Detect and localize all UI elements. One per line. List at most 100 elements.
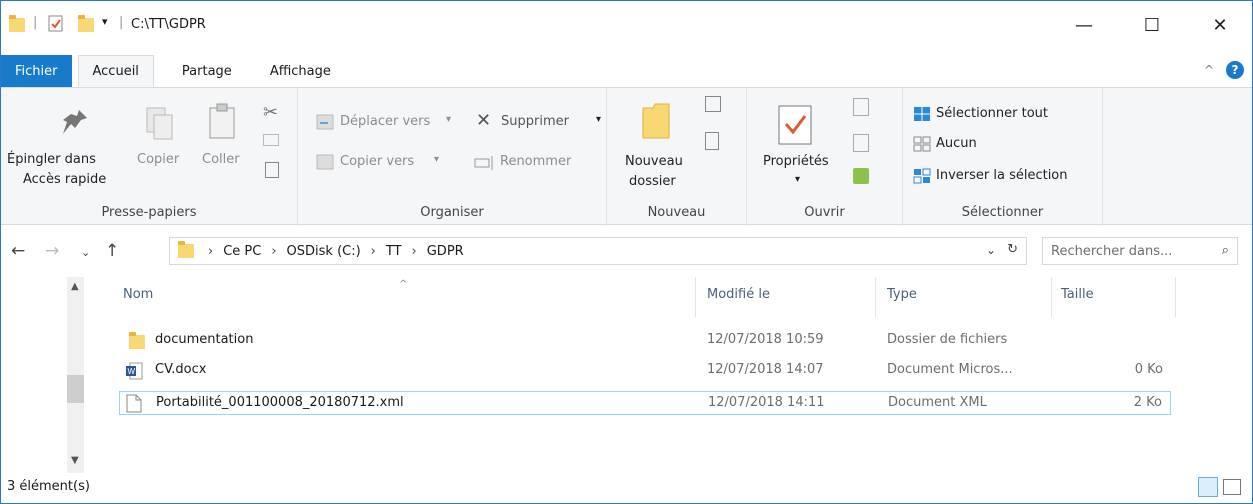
- move-to-button[interactable]: Déplacer vers: [340, 114, 430, 129]
- breadcrumb-tt[interactable]: TT: [386, 244, 402, 259]
- properties-icon: [778, 105, 812, 145]
- breadcrumb-separator-icon[interactable]: ›: [371, 244, 376, 259]
- maximize-button[interactable]: ☐: [1129, 1, 1175, 49]
- search-placeholder: Rechercher dans...: [1051, 243, 1173, 259]
- file-row[interactable]: documentation 12/07/2018 10:59 Dossier d…: [119, 329, 1171, 353]
- word-doc-icon: W: [126, 362, 143, 380]
- copy-to-dropdown-icon[interactable]: ▾: [434, 154, 439, 165]
- tab-accueil[interactable]: Accueil: [77, 55, 154, 87]
- large-icons-view-icon[interactable]: [1223, 479, 1241, 495]
- open-icon[interactable]: [853, 98, 869, 116]
- pin-quick-access-line2[interactable]: Accès rapide: [23, 172, 106, 187]
- vertical-scrollbar[interactable]: ▲ ▼: [67, 277, 84, 473]
- folder-icon: [129, 332, 145, 349]
- window-title: C:\TT\GDPR: [131, 17, 206, 32]
- copy-button[interactable]: Copier: [137, 152, 179, 167]
- new-folder-line1[interactable]: Nouveau: [625, 154, 683, 169]
- file-row[interactable]: W CV.docx 12/07/2018 14:07 Document Micr…: [119, 359, 1171, 383]
- copy-to-button[interactable]: Copier vers: [340, 154, 414, 169]
- forward-arrow-icon[interactable]: →: [45, 241, 59, 261]
- close-button[interactable]: ✕: [1197, 1, 1243, 49]
- xml-file-icon: [126, 394, 142, 413]
- file-size: 0 Ko: [1134, 362, 1163, 377]
- invert-selection-icon: [913, 168, 931, 184]
- search-input[interactable]: Rechercher dans... ⌕: [1042, 237, 1238, 265]
- breadcrumb-separator-icon[interactable]: ›: [208, 244, 213, 259]
- pin-icon: [63, 110, 87, 134]
- file-name: CV.docx: [155, 362, 207, 377]
- history-icon[interactable]: [853, 168, 869, 184]
- paste-icon: [209, 103, 235, 139]
- select-none-button[interactable]: Aucun: [936, 136, 977, 151]
- delete-dropdown-icon[interactable]: ▾: [596, 114, 601, 125]
- new-folder-quick-icon[interactable]: [78, 15, 94, 32]
- ribbon-tabs: Fichier Accueil Partage Affichage ^ ?: [1, 53, 1252, 87]
- up-arrow-icon[interactable]: ↑: [105, 241, 119, 261]
- details-view-icon[interactable]: [1198, 477, 1218, 497]
- breadcrumb-ce-pc[interactable]: Ce PC: [223, 244, 261, 259]
- group-new: Nouveau dossier Nouveau: [607, 88, 747, 226]
- refresh-icon[interactable]: ↻: [1007, 242, 1018, 257]
- file-modified: 12/07/2018 10:59: [707, 332, 824, 347]
- breadcrumb-osdisk[interactable]: OSDisk (C:): [287, 244, 361, 259]
- back-arrow-icon[interactable]: ←: [11, 241, 25, 261]
- column-header-name[interactable]: Nom: [123, 287, 153, 302]
- tab-fichier[interactable]: Fichier: [1, 55, 72, 87]
- quick-access-dropdown-icon[interactable]: ▾: [102, 15, 108, 28]
- collapse-ribbon-icon[interactable]: ^: [1204, 63, 1214, 77]
- file-row[interactable]: Portabilité_001100008_20180712.xml 12/07…: [119, 391, 1171, 415]
- properties-quick-icon[interactable]: [48, 15, 63, 32]
- address-dropdown-icon[interactable]: ⌄: [986, 243, 996, 257]
- breadcrumb-separator-icon[interactable]: ›: [412, 244, 417, 259]
- new-folder-line2[interactable]: dossier: [629, 174, 676, 189]
- title-bar: | ▾ | C:\TT\GDPR — ☐ ✕: [1, 1, 1252, 49]
- group-label-clipboard: Presse-papiers: [101, 205, 197, 220]
- cut-icon[interactable]: ✂: [263, 102, 278, 123]
- column-separator[interactable]: [1175, 277, 1176, 317]
- column-header-modified[interactable]: Modifié le: [707, 287, 770, 302]
- new-item-icon[interactable]: [705, 96, 721, 112]
- minimize-button[interactable]: —: [1061, 1, 1107, 49]
- move-to-icon: [316, 114, 334, 130]
- separator: |: [119, 15, 124, 30]
- column-separator[interactable]: [1051, 277, 1052, 317]
- help-icon[interactable]: ?: [1226, 61, 1244, 79]
- easy-access-icon[interactable]: [705, 132, 719, 150]
- tab-affichage[interactable]: Affichage: [256, 55, 345, 87]
- select-all-button[interactable]: Sélectionner tout: [936, 106, 1048, 121]
- column-separator[interactable]: [695, 277, 696, 317]
- column-separator[interactable]: [875, 277, 876, 317]
- scroll-down-icon[interactable]: ▼: [71, 455, 79, 466]
- copy-path-icon[interactable]: [263, 134, 279, 146]
- paste-shortcut-icon[interactable]: [265, 162, 279, 178]
- properties-button[interactable]: Propriétés: [763, 154, 829, 169]
- edit-icon[interactable]: [853, 134, 869, 152]
- search-icon: ⌕: [1221, 243, 1229, 258]
- breadcrumb-gdpr[interactable]: GDPR: [427, 244, 464, 259]
- properties-dropdown-icon[interactable]: ▾: [795, 174, 800, 185]
- delete-button[interactable]: Supprimer: [501, 114, 569, 129]
- move-to-dropdown-icon[interactable]: ▾: [446, 114, 451, 125]
- group-open: Propriétés ▾ Ouvrir: [747, 88, 903, 226]
- invert-selection-button[interactable]: Inverser la sélection: [936, 168, 1068, 183]
- rename-button[interactable]: Renommer: [500, 154, 571, 169]
- breadcrumb-separator-icon[interactable]: ›: [271, 244, 276, 259]
- new-folder-icon: [642, 103, 670, 139]
- file-name: Portabilité_001100008_20180712.xml: [156, 395, 404, 410]
- address-bar[interactable]: › Ce PC › OSDisk (C:) › TT › GDPR ⌄ ↻: [169, 237, 1027, 265]
- folder-icon: [178, 241, 194, 258]
- paste-button[interactable]: Coller: [202, 152, 240, 167]
- svg-text:W: W: [128, 367, 136, 376]
- scroll-up-icon[interactable]: ▲: [71, 281, 79, 292]
- pin-quick-access-line1[interactable]: Épingler dans: [7, 152, 96, 167]
- rename-icon: [474, 156, 493, 170]
- group-organize: Déplacer vers ▾ Copier vers ▾ ✕ Supprime…: [298, 88, 607, 226]
- recent-locations-icon[interactable]: ⌄: [81, 246, 90, 259]
- tab-partage[interactable]: Partage: [168, 55, 246, 87]
- column-header-size[interactable]: Taille: [1061, 287, 1094, 302]
- column-header-type[interactable]: Type: [887, 287, 917, 302]
- copy-to-icon: [316, 154, 334, 170]
- explorer-window: | ▾ | C:\TT\GDPR — ☐ ✕ Fichier Accueil P…: [0, 0, 1253, 504]
- scrollbar-thumb[interactable]: [67, 375, 84, 403]
- group-label-select: Sélectionner: [961, 205, 1044, 220]
